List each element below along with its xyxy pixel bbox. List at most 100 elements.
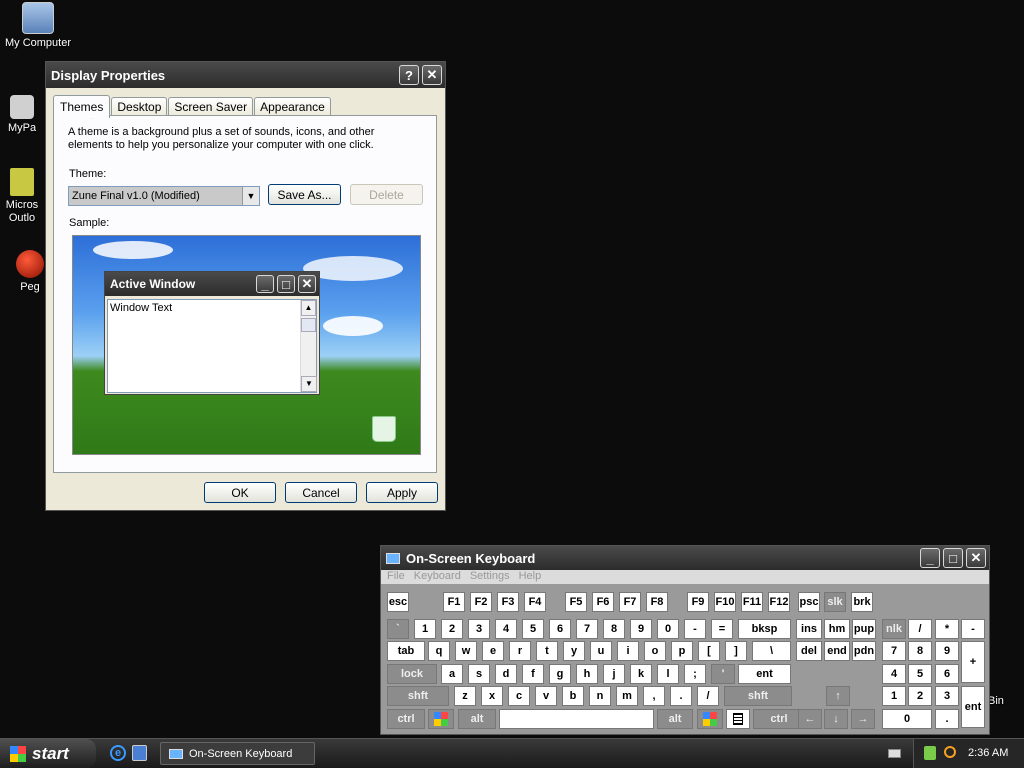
key[interactable]: +: [961, 641, 985, 683]
key[interactable]: a: [441, 664, 463, 684]
menu-keyboard[interactable]: Keyboard: [414, 570, 461, 584]
key[interactable]: i: [617, 641, 639, 661]
clock[interactable]: 2:36 AM: [968, 747, 1008, 759]
key[interactable]: 6: [935, 664, 959, 684]
key[interactable]: m: [616, 686, 638, 706]
tab-appearance[interactable]: Appearance: [254, 97, 331, 117]
key[interactable]: x: [481, 686, 503, 706]
key[interactable]: F11: [741, 592, 763, 612]
key[interactable]: f: [522, 664, 544, 684]
key[interactable]: ]: [725, 641, 747, 661]
key[interactable]: q: [428, 641, 450, 661]
delete-button[interactable]: Delete: [350, 184, 423, 205]
key[interactable]: F7: [619, 592, 641, 612]
maximize-button[interactable]: □: [943, 548, 963, 568]
menu-file[interactable]: File: [387, 570, 405, 584]
key[interactable]: d: [495, 664, 517, 684]
help-button[interactable]: ?: [399, 65, 419, 85]
key[interactable]: pdn: [852, 641, 876, 661]
key[interactable]: .: [670, 686, 692, 706]
key[interactable]: hm: [824, 619, 850, 639]
tab-desktop[interactable]: Desktop: [111, 97, 168, 117]
key[interactable]: *: [935, 619, 959, 639]
key[interactable]: 8: [603, 619, 625, 639]
key[interactable]: k: [630, 664, 652, 684]
osk-title-bar[interactable]: On-Screen Keyboard _ □ ✕: [381, 546, 989, 570]
key[interactable]: F5: [565, 592, 587, 612]
key[interactable]: ent: [738, 664, 791, 684]
key[interactable]: t: [536, 641, 558, 661]
key[interactable]: 3: [935, 686, 959, 706]
key[interactable]: F3: [497, 592, 519, 612]
key[interactable]: tab: [387, 641, 425, 661]
key[interactable]: \: [752, 641, 791, 661]
key[interactable]: b: [562, 686, 584, 706]
key[interactable]: 0: [882, 709, 932, 729]
key[interactable]: alt: [458, 709, 496, 729]
key[interactable]: F12: [768, 592, 790, 612]
key[interactable]: h: [576, 664, 598, 684]
menu-settings[interactable]: Settings: [470, 570, 510, 584]
key[interactable]: ←: [798, 709, 822, 729]
internet-explorer-icon[interactable]: e: [110, 745, 126, 761]
key[interactable]: ,: [643, 686, 665, 706]
key[interactable]: F8: [646, 592, 668, 612]
key[interactable]: .: [935, 709, 959, 729]
key[interactable]: alt: [657, 709, 693, 729]
key[interactable]: 7: [882, 641, 906, 661]
save-as-button[interactable]: Save As...: [268, 184, 341, 205]
key[interactable]: slk: [824, 592, 846, 612]
key[interactable]: 1: [882, 686, 906, 706]
key[interactable]: F2: [470, 592, 492, 612]
key[interactable]: F9: [687, 592, 709, 612]
windows-key[interactable]: [697, 709, 723, 729]
key[interactable]: 3: [468, 619, 490, 639]
key[interactable]: ctrl: [387, 709, 425, 729]
key[interactable]: del: [796, 641, 822, 661]
key[interactable]: 2: [441, 619, 463, 639]
tab-screen-saver[interactable]: Screen Saver: [168, 97, 254, 117]
key[interactable]: brk: [851, 592, 873, 612]
key[interactable]: shft: [387, 686, 449, 706]
key[interactable]: 1: [414, 619, 436, 639]
windows-key[interactable]: [428, 709, 454, 729]
key[interactable]: ↑: [826, 686, 850, 706]
key[interactable]: u: [590, 641, 612, 661]
key[interactable]: psc: [798, 592, 820, 612]
tray-keyboard-icon[interactable]: [888, 749, 901, 758]
key[interactable]: n: [589, 686, 611, 706]
close-button[interactable]: ✕: [966, 548, 986, 568]
key[interactable]: o: [644, 641, 666, 661]
desktop-icon-my-computer[interactable]: My Computer: [0, 2, 76, 50]
key[interactable]: 8: [908, 641, 932, 661]
key[interactable]: ent: [961, 686, 985, 728]
key[interactable]: y: [563, 641, 585, 661]
key[interactable]: F4: [524, 592, 546, 612]
key[interactable]: =: [711, 619, 733, 639]
key[interactable]: 7: [576, 619, 598, 639]
key[interactable]: 9: [630, 619, 652, 639]
key[interactable]: [: [698, 641, 720, 661]
minimize-button[interactable]: _: [920, 548, 940, 568]
key[interactable]: 5: [908, 664, 932, 684]
key[interactable]: 0: [657, 619, 679, 639]
key[interactable]: z: [454, 686, 476, 706]
desktop-icon-recycle-bin-label[interactable]: Bin: [988, 695, 1004, 708]
key[interactable]: g: [549, 664, 571, 684]
key[interactable]: →: [851, 709, 875, 729]
key[interactable]: l: [657, 664, 679, 684]
key[interactable]: F1: [443, 592, 465, 612]
menu-help[interactable]: Help: [519, 570, 542, 584]
key[interactable]: 2: [908, 686, 932, 706]
key[interactable]: 5: [522, 619, 544, 639]
key[interactable]: 6: [549, 619, 571, 639]
key[interactable]: F10: [714, 592, 736, 612]
key[interactable]: [499, 709, 654, 729]
key[interactable]: lock: [387, 664, 437, 684]
chevron-down-icon[interactable]: ▼: [242, 187, 259, 205]
key[interactable]: w: [455, 641, 477, 661]
tab-themes[interactable]: Themes: [53, 95, 111, 118]
key[interactable]: 4: [882, 664, 906, 684]
key[interactable]: shft: [724, 686, 792, 706]
quicklaunch-app-icon[interactable]: [132, 745, 147, 761]
